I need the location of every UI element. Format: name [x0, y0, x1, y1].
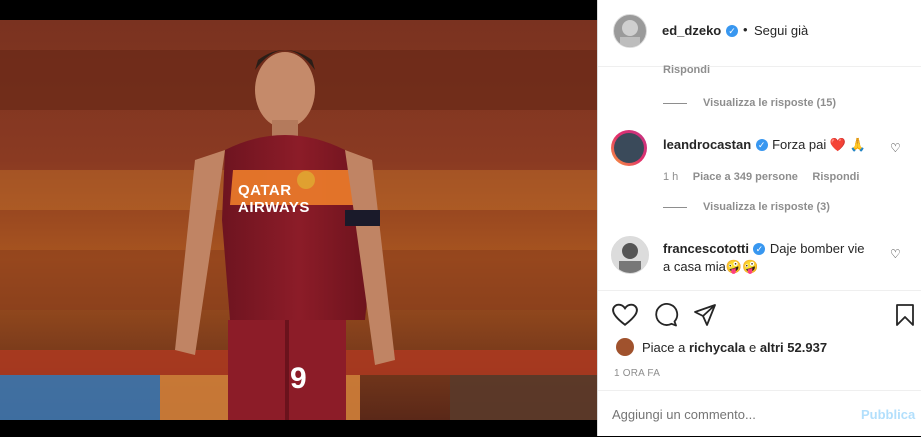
- comment-body-1: leandrocastan ✓ Forza pai ❤️ 🙏: [663, 136, 893, 154]
- shorts-number: 9: [290, 362, 307, 395]
- verified-badge-icon: ✓: [753, 242, 766, 255]
- post-timestamp[interactable]: 1 ORA FA: [614, 368, 660, 379]
- follow-status-button[interactable]: Segui già: [754, 23, 808, 38]
- likes-summary: Piace a richycala e altri 52.937: [642, 340, 827, 355]
- comment-avatar-francescototti[interactable]: [611, 236, 649, 274]
- comment-text-1: Forza pai ❤️ 🙏: [772, 137, 866, 152]
- likes-middle: e: [745, 340, 760, 355]
- verified-badge-icon: ✓: [726, 25, 738, 37]
- author-avatar[interactable]: [613, 14, 647, 48]
- likes-user[interactable]: richycala: [689, 340, 745, 355]
- comment-text-2a: Daje bomber vie: [769, 241, 865, 256]
- add-comment-input[interactable]: [612, 405, 842, 423]
- avatar-face-icon: [619, 243, 641, 273]
- add-comment-bar: Pubblica: [598, 390, 921, 437]
- comment-text-2b: a casa mia🤪🤪: [663, 259, 759, 274]
- verified-badge-icon: ✓: [755, 138, 768, 151]
- comment-time-1[interactable]: 1 h: [663, 171, 678, 183]
- jersey-sponsor: QATAR AIRWAYS: [238, 182, 310, 216]
- replies-divider: [663, 207, 687, 208]
- liker-avatar[interactable]: [616, 338, 634, 356]
- comment-bubble-icon[interactable]: [653, 303, 679, 327]
- comment-avatar-leandrocastan[interactable]: [611, 130, 647, 166]
- comment-meta-1: 1 h Piace a 349 persone Rispondi: [663, 167, 859, 185]
- likes-prefix: Piace a: [642, 340, 689, 355]
- replies-divider: [663, 103, 687, 104]
- header-dot: •: [743, 22, 748, 37]
- comment-reply-1[interactable]: Rispondi: [812, 171, 859, 183]
- bookmark-save-icon[interactable]: [894, 303, 916, 327]
- post-photo-art: [0, 20, 597, 420]
- comment-like-heart-icon[interactable]: ♡: [890, 141, 901, 155]
- post-photo[interactable]: QATAR AIRWAYS 9: [0, 20, 597, 420]
- comment-username-1[interactable]: leandrocastan: [663, 137, 751, 152]
- view-replies-button[interactable]: Visualizza le risposte (15): [703, 97, 836, 109]
- like-heart-icon[interactable]: [612, 303, 638, 327]
- likes-others[interactable]: altri 52.937: [760, 340, 827, 355]
- comment-like-heart-icon[interactable]: ♡: [890, 247, 901, 261]
- post-header: ed_dzeko ✓ • Segui già: [598, 0, 921, 67]
- action-bar: Piace a richycala e altri 52.937 1 ORA F…: [598, 290, 921, 379]
- bottom-black-bar: [0, 420, 597, 436]
- comment-body-2: francescototti ✓ Daje bomber vie a casa …: [663, 240, 888, 276]
- comment-username-2[interactable]: francescototti: [663, 241, 749, 256]
- top-black-bar: [0, 0, 597, 20]
- share-send-icon[interactable]: [693, 303, 717, 327]
- post-side-panel: ed_dzeko ✓ • Segui già Rispondi Visualiz…: [597, 0, 921, 436]
- view-replies-button-2[interactable]: Visualizza le risposte (3): [703, 201, 830, 213]
- reply-link-top[interactable]: Rispondi: [663, 64, 710, 76]
- avatar-face-icon: [620, 20, 640, 47]
- publish-button[interactable]: Pubblica: [861, 407, 915, 422]
- comment-likes-1[interactable]: Piace a 349 persone: [693, 171, 798, 183]
- author-username[interactable]: ed_dzeko: [662, 23, 721, 38]
